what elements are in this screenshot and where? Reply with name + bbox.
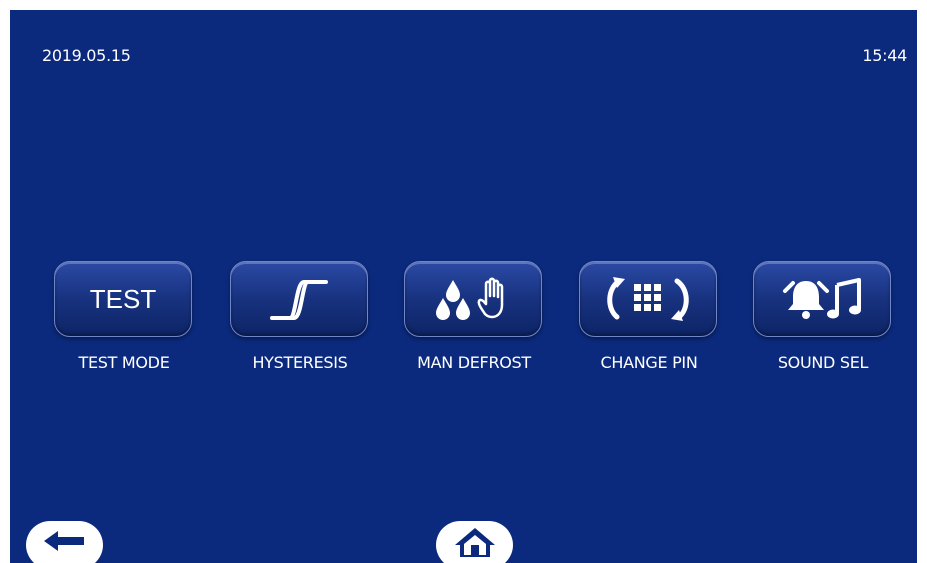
test-mode-label: TEST MODE <box>78 353 170 372</box>
keypad-refresh-icon <box>607 277 689 321</box>
date-display: 2019.05.15 <box>42 46 131 65</box>
hysteresis-button[interactable] <box>230 261 368 337</box>
home-button[interactable] <box>436 521 513 563</box>
man-defrost-button[interactable] <box>404 261 542 337</box>
time-display: 15:44 <box>862 46 907 65</box>
sound-sel-button[interactable] <box>753 261 891 337</box>
droplets-hand-icon <box>436 277 504 320</box>
man-defrost-label: MAN DEFROST <box>417 353 531 372</box>
back-arrow-icon <box>43 531 84 551</box>
change-pin-label: CHANGE PIN <box>600 353 698 372</box>
test-mode-button[interactable]: TEST <box>54 261 192 337</box>
hysteresis-curve-icon <box>270 280 328 320</box>
hysteresis-label: HYSTERESIS <box>252 353 348 372</box>
change-pin-button[interactable] <box>579 261 717 337</box>
screen: 2019.05.15 15:44 TEST TEST MODE HYSTERES… <box>10 10 917 563</box>
bell-music-icon <box>783 278 861 319</box>
sound-sel-label: SOUND SEL <box>777 353 869 372</box>
back-button[interactable] <box>26 521 103 563</box>
home-icon <box>454 528 495 557</box>
test-button-text: TEST <box>89 283 157 314</box>
